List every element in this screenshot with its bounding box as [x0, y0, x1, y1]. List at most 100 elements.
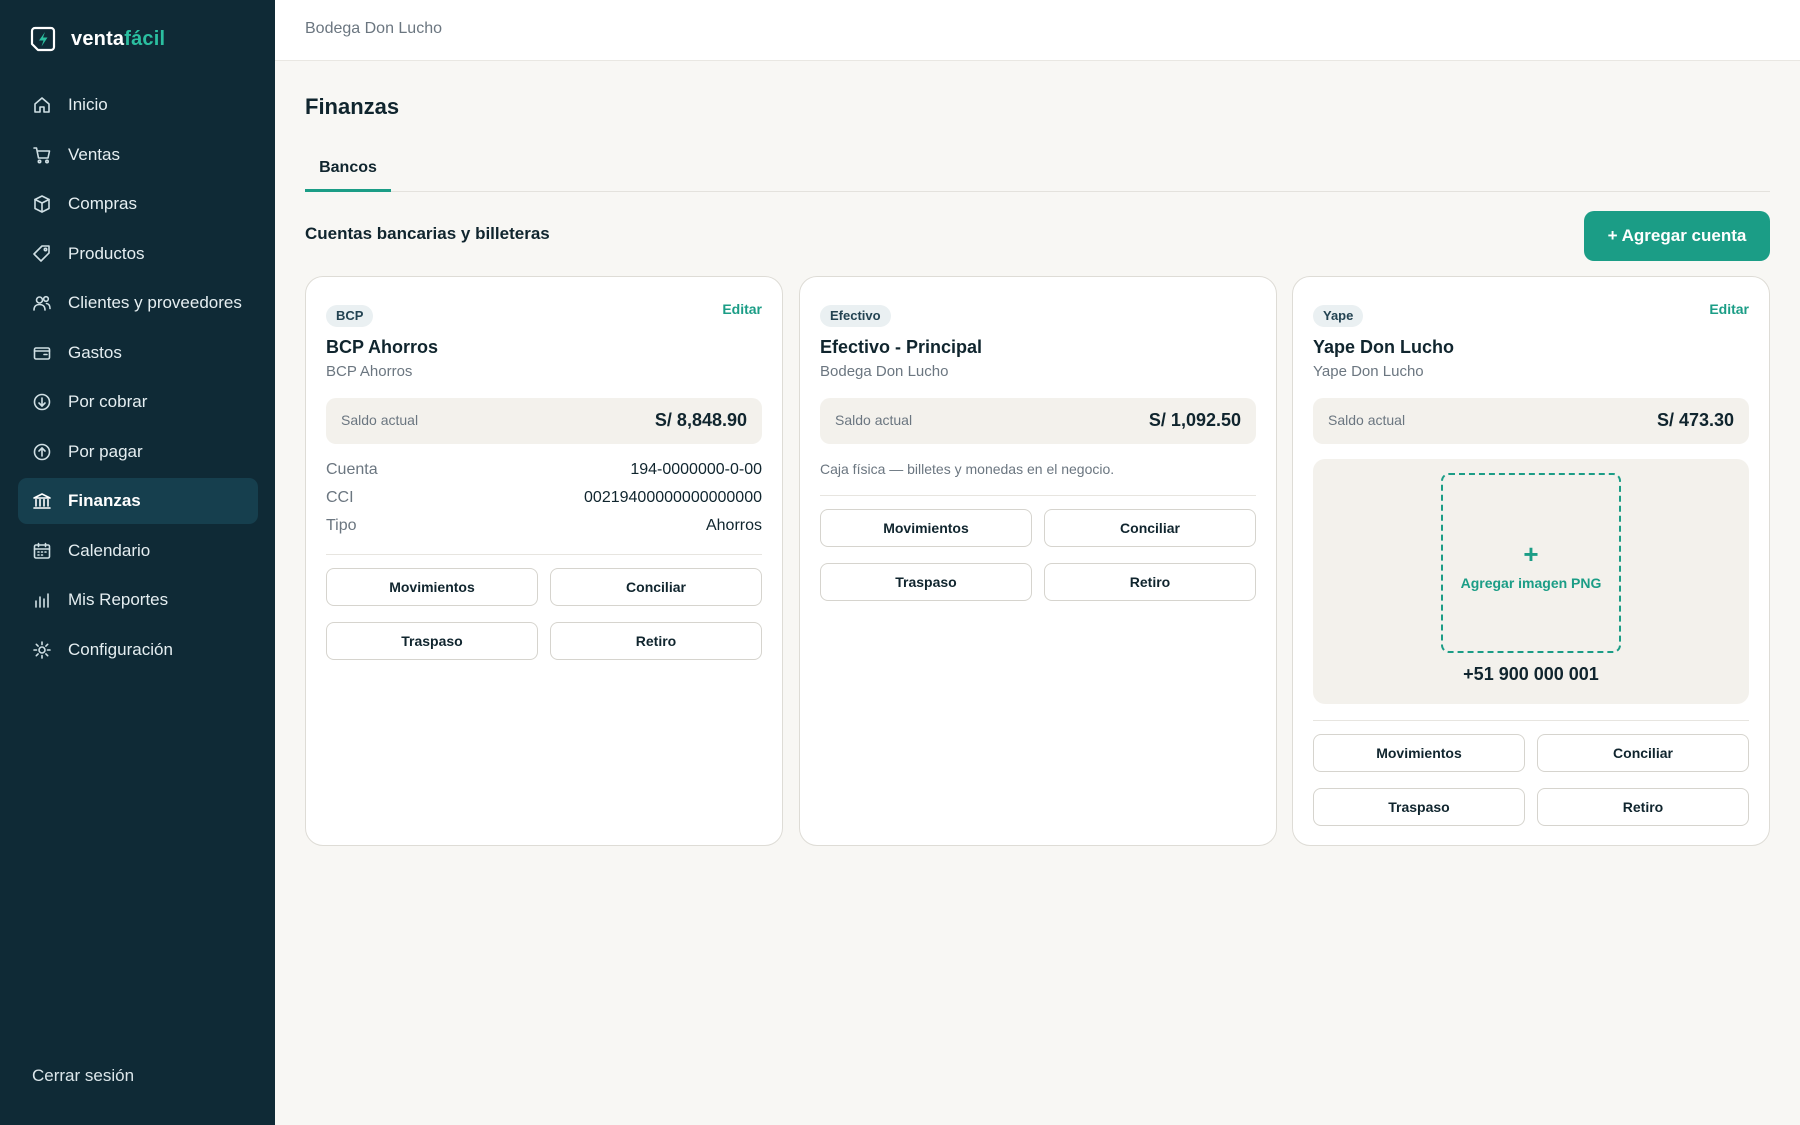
tag-icon [32, 244, 52, 264]
sidebar-item-label: Gastos [68, 342, 122, 362]
divider [820, 495, 1256, 496]
bank-icon [32, 491, 52, 511]
balance-value: S/ 8,848.90 [654, 410, 747, 430]
arrow-up-circle-icon [32, 442, 52, 462]
detail-value: 194-0000000-0-00 [630, 461, 762, 478]
account-subtitle: Bodega Don Lucho [820, 363, 949, 380]
retiro-button[interactable]: Retiro [1044, 563, 1256, 601]
detail-label: Cuenta [326, 461, 378, 478]
sidebar-item-label: Productos [68, 243, 145, 263]
upload-image-label: Agregar imagen PNG [1460, 575, 1602, 591]
upload-image-dropzone[interactable]: + Agregar imagen PNG [1441, 473, 1621, 653]
page-title: Finanzas [305, 94, 400, 119]
brand-name-main: venta [71, 27, 125, 50]
sidebar-nav: Inicio Ventas Compras Productos Clientes… [18, 82, 258, 676]
users-icon [32, 293, 52, 313]
sidebar-item-label: Compras [68, 194, 137, 213]
balance-label: Saldo actual [341, 412, 419, 428]
sidebar-item-finanzas[interactable]: Finanzas [18, 478, 258, 524]
conciliar-button[interactable]: Conciliar [1537, 734, 1749, 772]
sidebar-item-por-pagar[interactable]: Por pagar [18, 429, 258, 475]
box-icon [32, 194, 52, 214]
gear-icon [32, 640, 52, 660]
sidebar-item-label: Finanzas [68, 491, 141, 510]
account-name: Efectivo - Principal [820, 337, 983, 357]
account-subtitle: BCP Ahorros [326, 363, 413, 380]
detail-row-cuenta: Cuenta 194-0000000-0-00 [326, 461, 762, 485]
phone-number: +51 900 000 001 [1463, 664, 1599, 684]
account-type-badge: BCP [326, 305, 374, 327]
detail-label: CCI [326, 489, 354, 506]
sidebar-item-inicio[interactable]: Inicio [18, 82, 258, 128]
account-type-badge: Yape [1313, 305, 1364, 327]
sidebar-item-label: Calendario [68, 540, 151, 560]
sidebar-item-configuracion[interactable]: Configuración [18, 627, 258, 673]
brand-name: ventafácil [71, 28, 165, 51]
sidebar-item-label: Por cobrar [68, 392, 148, 411]
detail-label: Tipo [326, 517, 357, 534]
balance-label: Saldo actual [835, 412, 913, 428]
sidebar-item-productos[interactable]: Productos [18, 231, 258, 277]
sidebar-item-label: Inicio [68, 95, 108, 114]
balance-box: Saldo actual S/ 8,848.90 [326, 398, 762, 444]
sidebar-item-ventas[interactable]: Ventas [18, 132, 258, 178]
logout-link[interactable]: Cerrar sesión [32, 1066, 134, 1086]
traspaso-button[interactable]: Traspaso [1313, 788, 1525, 826]
qr-area: + Agregar imagen PNG +51 900 000 001 [1313, 459, 1749, 704]
bar-chart-icon [32, 590, 52, 610]
sidebar-item-por-cobrar[interactable]: Por cobrar [18, 379, 258, 425]
balance-value: S/ 1,092.50 [1148, 410, 1241, 430]
brand[interactable]: ventafácil [29, 25, 165, 53]
balance-box: Saldo actual S/ 473.30 [1313, 398, 1749, 444]
divider [326, 554, 762, 555]
retiro-button[interactable]: Retiro [1537, 788, 1749, 826]
cart-icon [32, 145, 52, 165]
sidebar-item-label: Por pagar [68, 441, 143, 461]
plus-icon: + [1523, 539, 1539, 569]
account-subtitle: Yape Don Lucho [1313, 363, 1424, 380]
sidebar: ventafácil Inicio Ventas Compras Product… [0, 0, 275, 1125]
movimientos-button[interactable]: Movimientos [326, 568, 538, 606]
bolt-logo-icon [30, 26, 56, 52]
conciliar-button[interactable]: Conciliar [1044, 509, 1256, 547]
sidebar-item-clientes[interactable]: Clientes y proveedores [18, 280, 258, 326]
detail-row-tipo: Tipo Ahorros [326, 517, 762, 541]
account-type-badge: Efectivo [820, 305, 891, 327]
traspaso-button[interactable]: Traspaso [326, 622, 538, 660]
retiro-button[interactable]: Retiro [550, 622, 762, 660]
home-icon [32, 95, 52, 115]
edit-account-link[interactable]: Editar [1709, 301, 1749, 317]
sidebar-item-compras[interactable]: Compras [18, 181, 258, 227]
detail-row-cci: CCI 00219400000000000000 [326, 489, 762, 513]
edit-account-link[interactable]: Editar [722, 301, 762, 317]
sidebar-item-label: Mis Reportes [68, 590, 169, 609]
tab-bancos[interactable]: Bancos [305, 152, 391, 192]
detail-value: Ahorros [705, 517, 762, 534]
sidebar-item-label: Clientes y proveedores [68, 293, 242, 312]
balance-value: S/ 473.30 [1656, 410, 1734, 430]
add-account-button[interactable]: + Agregar cuenta [1584, 211, 1770, 261]
account-card-yape: Yape Editar Yape Don Lucho Yape Don Luch… [1292, 276, 1770, 846]
sidebar-item-calendario[interactable]: Calendario [18, 528, 258, 574]
sidebar-item-gastos[interactable]: Gastos [18, 330, 258, 376]
accounts-grid: BCP Editar BCP Ahorros BCP Ahorros Saldo… [305, 276, 1770, 846]
movimientos-button[interactable]: Movimientos [820, 509, 1032, 547]
traspaso-button[interactable]: Traspaso [820, 563, 1032, 601]
tab-bar: Bancos [305, 152, 1770, 192]
store-name: Bodega Don Lucho [305, 20, 442, 37]
brand-name-accent: fácil [124, 27, 166, 50]
arrow-down-circle-icon [32, 392, 52, 412]
sidebar-item-mis-reportes[interactable]: Mis Reportes [18, 577, 258, 623]
movimientos-button[interactable]: Movimientos [1313, 734, 1525, 772]
divider [1313, 720, 1749, 721]
sidebar-item-label: Ventas [68, 144, 120, 164]
wallet-icon [32, 343, 52, 363]
detail-value: 00219400000000000000 [584, 489, 762, 506]
account-card-efectivo: Efectivo Efectivo - Principal Bodega Don… [799, 276, 1277, 846]
balance-box: Saldo actual S/ 1,092.50 [820, 398, 1256, 444]
balance-label: Saldo actual [1328, 412, 1406, 428]
account-name: BCP Ahorros [326, 337, 439, 357]
section-title: Cuentas bancarias y billeteras [305, 224, 550, 243]
account-name: Yape Don Lucho [1313, 337, 1455, 357]
conciliar-button[interactable]: Conciliar [550, 568, 762, 606]
